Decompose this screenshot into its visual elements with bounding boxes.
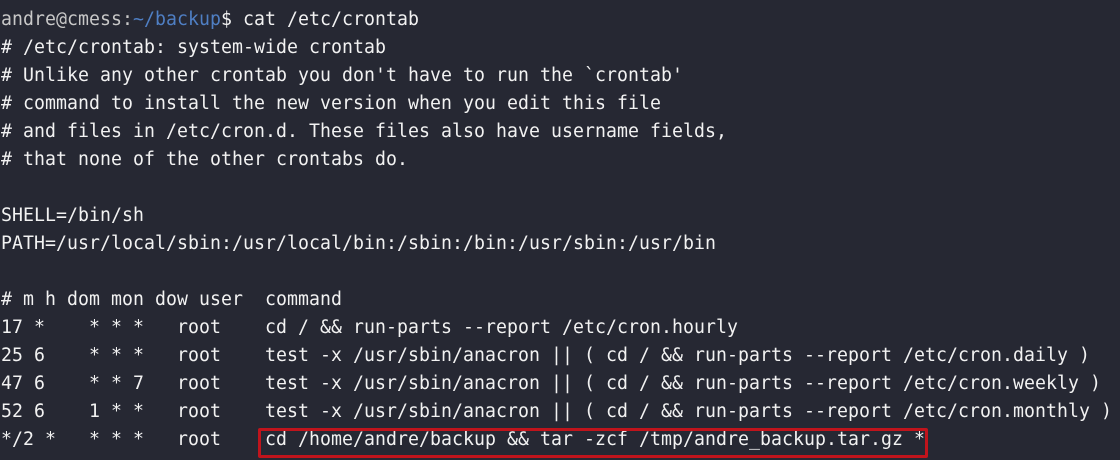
output-line: # and files in /etc/cron.d. These files … (1, 121, 727, 142)
output-line: 52 6 1 * * root test -x /usr/sbin/anacro… (1, 401, 1112, 422)
prompt-symbol: $ (221, 9, 243, 30)
output-line: # m h dom mon dow user command (1, 289, 342, 310)
terminal-window[interactable]: andre@cmess:~/backup$ cat /etc/crontab #… (0, 0, 1120, 460)
prompt-command: cat /etc/crontab (243, 9, 419, 30)
output-line: # /etc/crontab: system-wide crontab (1, 37, 386, 58)
output-line: SHELL=/bin/sh (1, 205, 144, 226)
prompt-line: andre@cmess:~/backup$ cat /etc/crontab (1, 6, 419, 34)
output-line: # that none of the other crontabs do. (1, 149, 408, 170)
output-line: PATH=/usr/local/sbin:/usr/local/bin:/sbi… (1, 233, 716, 254)
prompt-path: ~/backup (133, 9, 221, 30)
cron-backup-schedule: */2 * * * * root (1, 429, 265, 450)
output-line: # command to install the new version whe… (1, 93, 661, 114)
prompt-separator: : (122, 9, 133, 30)
prompt-user-host: andre@cmess (1, 9, 122, 30)
highlight-box (258, 428, 928, 458)
output-line: 17 * * * * root cd / && run-parts --repo… (1, 317, 738, 338)
output-line: # Unlike any other crontab you don't hav… (1, 65, 683, 86)
output-line: 25 6 * * * root test -x /usr/sbin/anacro… (1, 345, 1090, 366)
output-line: 47 6 * * 7 root test -x /usr/sbin/anacro… (1, 373, 1101, 394)
